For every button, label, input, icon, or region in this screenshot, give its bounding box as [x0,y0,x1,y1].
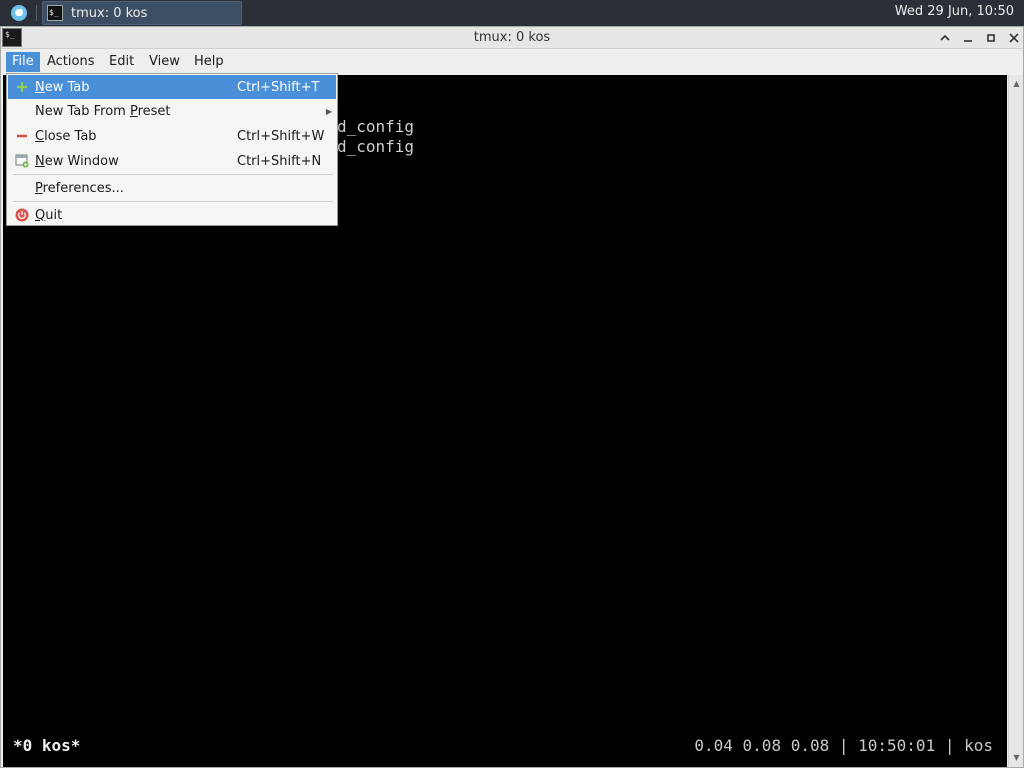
menu-item-new-tab-from-preset[interactable]: New Tab From Preset ▶ [8,99,336,123]
menu-actions[interactable]: Actions [41,52,101,72]
scroll-up-icon[interactable]: ▲ [1012,79,1021,88]
vertical-scrollbar[interactable]: ▲ ▼ [1008,75,1023,767]
title-bar[interactable]: $_ tmux: 0 kos [1,27,1023,49]
chevron-up-icon [940,34,950,41]
menu-help[interactable]: Help [188,52,230,72]
close-button[interactable] [1006,30,1022,46]
menu-item-quit[interactable]: Quit [8,203,336,227]
minus-icon [15,129,29,143]
panel-clock[interactable]: Wed 29 Jun, 10:50 [895,4,1014,19]
app-menu-icon [11,5,27,21]
maximize-icon [987,34,995,42]
window-title: tmux: 0 kos [473,30,551,45]
menu-item-new-window[interactable]: New Window Ctrl+Shift+N [8,149,336,173]
shortcut-label: Ctrl+Shift+N [237,153,322,169]
terminal-icon: $_ [47,5,63,21]
top-panel: $_ tmux: 0 kos Wed 29 Jun, 10:50 [0,0,1024,26]
menu-bar: File Actions Edit View Help [1,50,1023,74]
menu-item-preferences[interactable]: Preferences... [8,176,336,200]
terminal-line: d_config [337,137,415,156]
maximize-button[interactable] [983,30,999,46]
menu-edit[interactable]: Edit [103,52,140,72]
app-menu-button[interactable] [8,3,30,23]
scroll-down-icon[interactable]: ▼ [1012,753,1021,762]
minimize-button[interactable] [960,30,976,46]
shade-button[interactable] [937,30,953,46]
taskbar-button-tmux[interactable]: $_ tmux: 0 kos [42,1,242,25]
shortcut-label: Ctrl+Shift+T [237,79,320,95]
tmux-window-list: *0 kos* [13,736,81,755]
menu-view[interactable]: View [143,52,186,72]
menu-item-close-tab[interactable]: Close Tab Ctrl+Shift+W [8,124,336,148]
menu-separator [13,174,333,175]
menu-item-new-tab[interactable]: New Tab Ctrl+Shift+T [8,75,336,99]
taskbar-button-label: tmux: 0 kos [71,5,148,21]
new-window-icon [15,154,29,168]
terminal-line: d_config [337,117,415,136]
shortcut-label: Ctrl+Shift+W [237,128,325,144]
file-menu-dropdown: New Tab Ctrl+Shift+T New Tab From Preset… [6,73,338,226]
submenu-arrow-icon: ▶ [325,106,332,116]
menu-separator [13,201,333,202]
panel-separator [36,5,37,21]
tmux-status-right: 0.04 0.08 0.08 | 10:50:01 | kos [694,736,993,755]
menu-file[interactable]: File [6,52,40,72]
plus-icon [15,80,29,94]
power-icon [15,208,29,222]
minimize-icon [964,40,972,42]
close-icon [1009,33,1019,43]
